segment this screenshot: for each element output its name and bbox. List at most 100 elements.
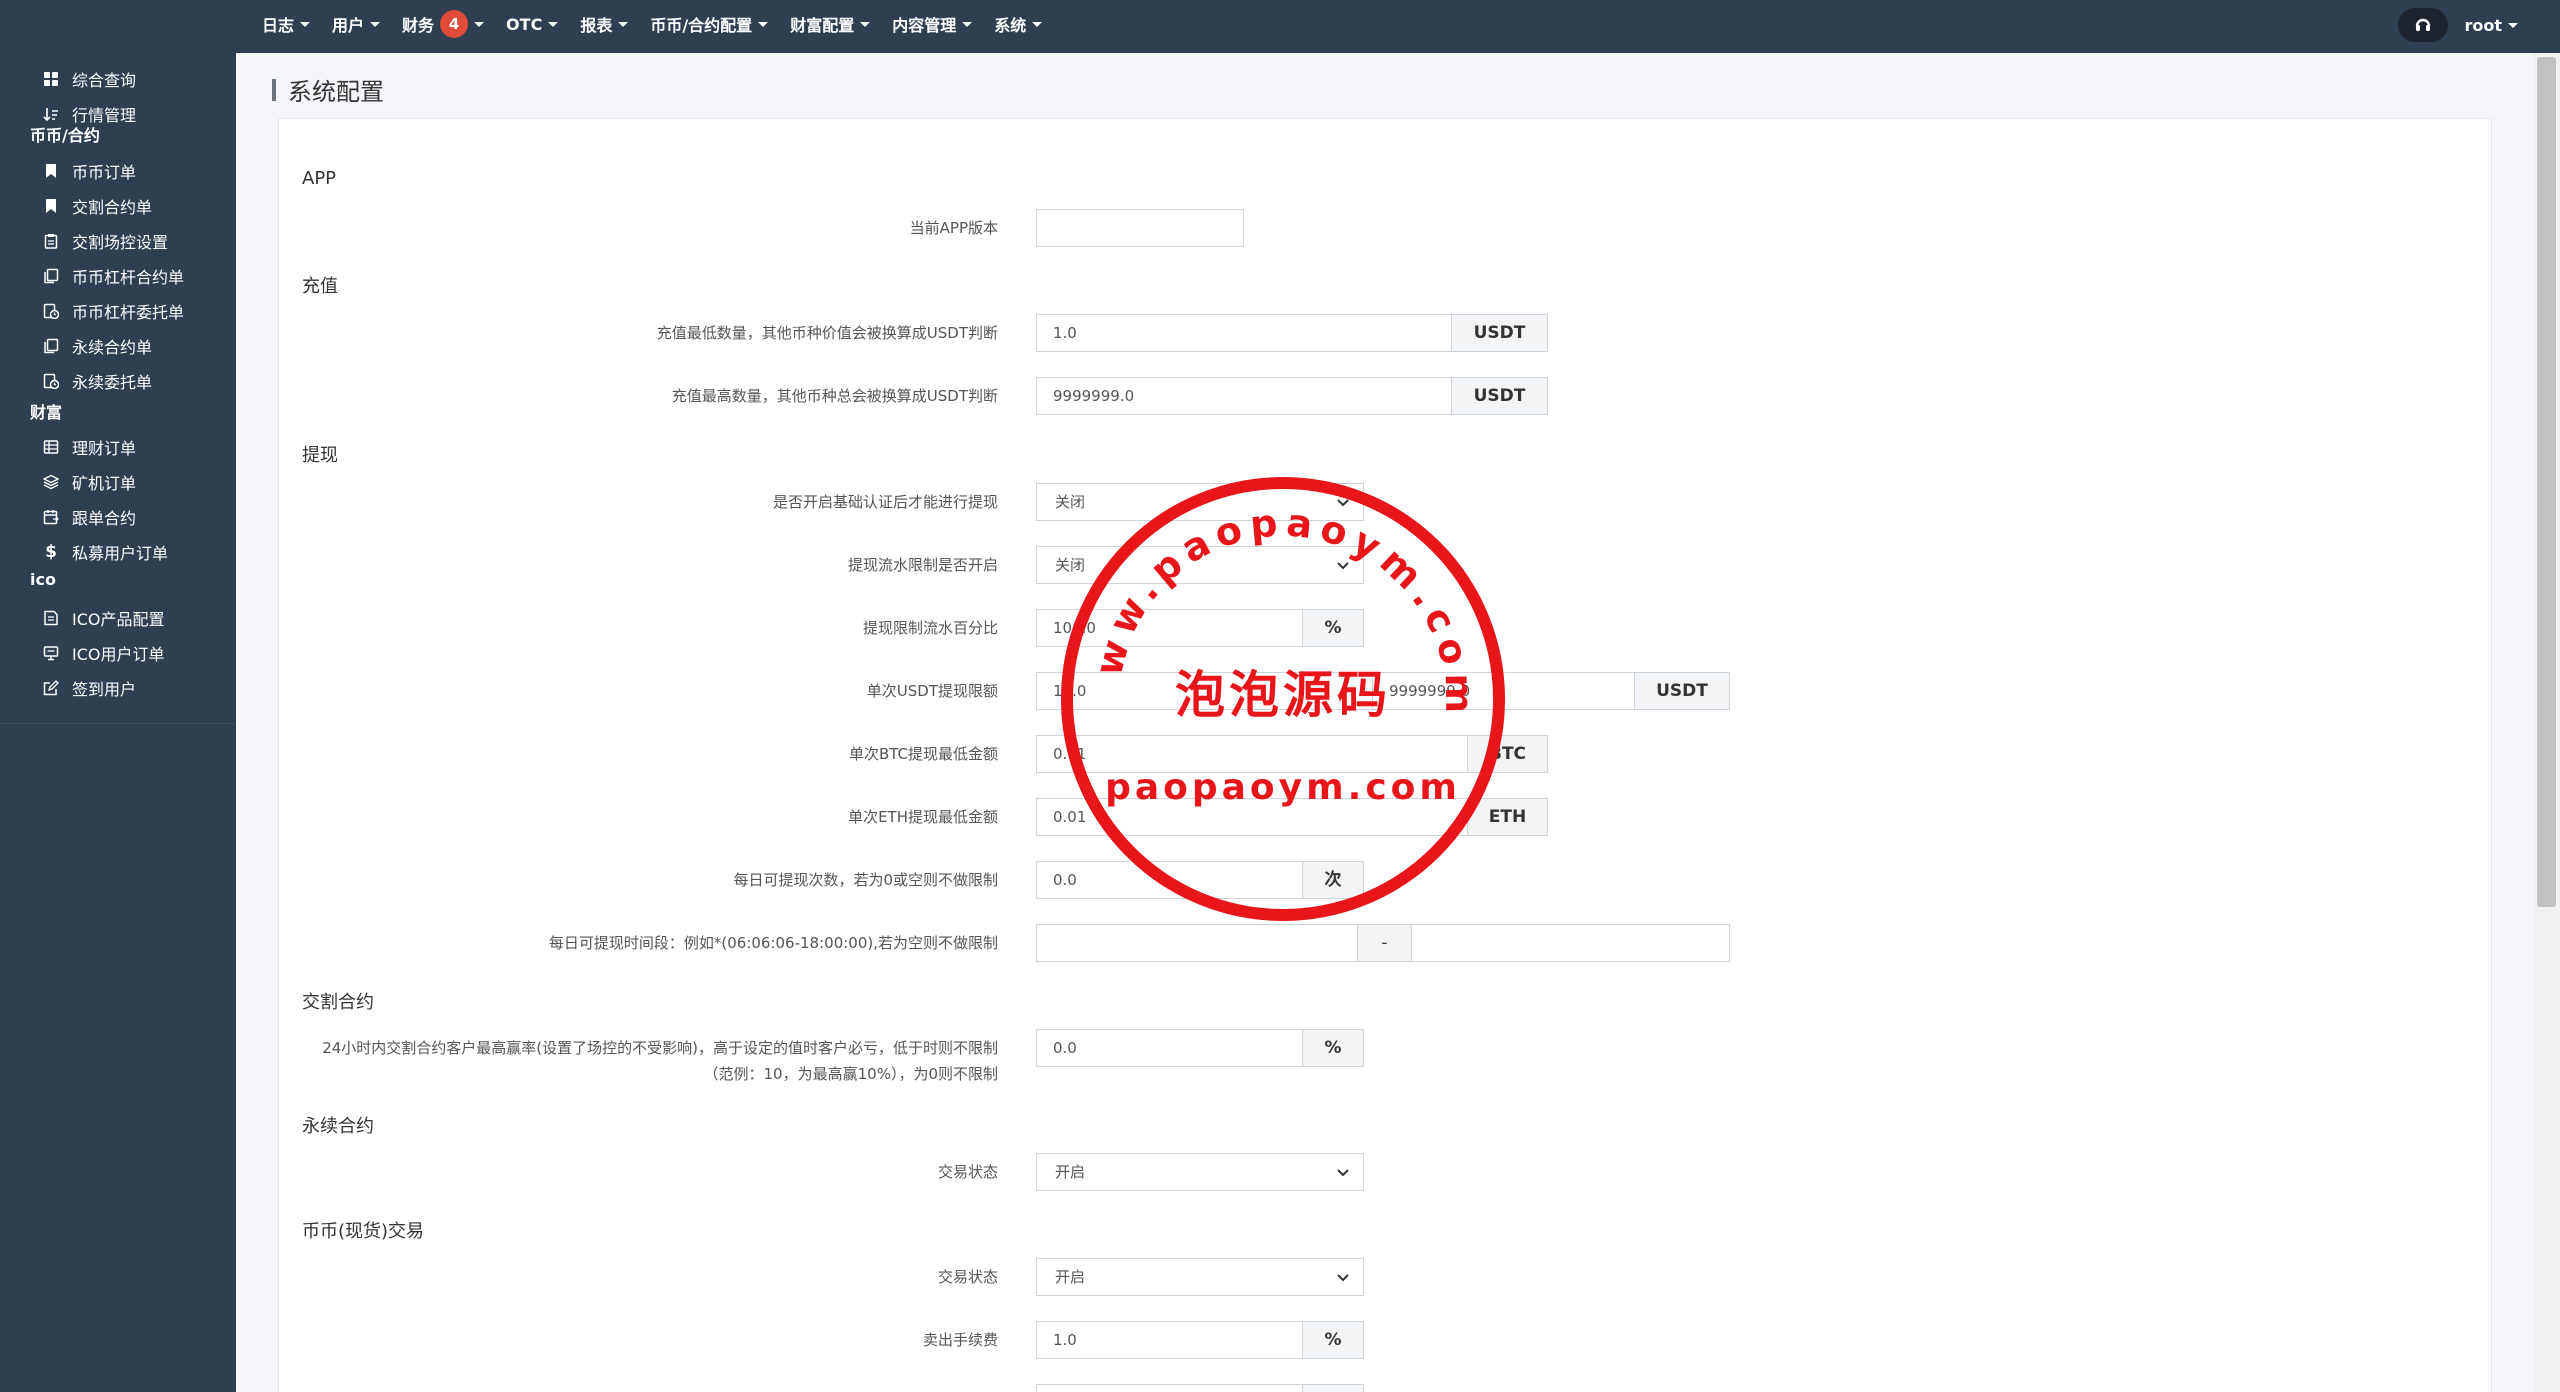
database-icon	[42, 438, 60, 456]
label-withdraw-btc: 单次BTC提现最低金额	[848, 745, 998, 763]
sidebar-item-margin-orders[interactable]: 币币杠杆合约单	[42, 264, 184, 288]
dashboard-icon	[42, 70, 60, 88]
nav-item-system[interactable]: 系统	[994, 12, 1043, 36]
caret-down-icon	[860, 21, 871, 27]
sidebar-item-miner-orders[interactable]: 矿机订单	[42, 470, 136, 494]
sidebar: 综合查询 行情管理 币币/合约 币币订单 交割合约单 交割场控设置 币币杠杆合约…	[0, 53, 236, 1392]
withdraw-eth-unit: ETH	[1467, 798, 1548, 836]
chevron-down-icon	[1337, 1274, 1349, 1282]
spot-status-select[interactable]: 开启	[1036, 1258, 1364, 1296]
nav-item-wealth-config[interactable]: 财富配置	[790, 12, 871, 36]
sidebar-group-ico: ico	[30, 570, 56, 589]
caret-down-icon	[2508, 22, 2518, 28]
chevron-down-icon	[1337, 1169, 1349, 1177]
sidebar-group-wealth: 财富	[30, 403, 63, 422]
section-perpetual: 永续合约	[302, 1116, 374, 1137]
recharge-min-input[interactable]: 1.0	[1036, 314, 1452, 352]
sidebar-item-private-orders[interactable]: $ 私募用户订单	[42, 540, 168, 564]
label-delivery-winrate: 24小时内交割合约客户最高赢率(设置了场控的不受影响)，高于设定的值时客户必亏，…	[322, 1039, 998, 1083]
withdraw-daily-unit: 次	[1302, 861, 1364, 899]
withdraw-eth-input[interactable]: 0.01	[1036, 798, 1468, 836]
nav-item-user[interactable]: 用户	[332, 12, 381, 36]
withdraw-flow-pct-input[interactable]: 100.0	[1036, 609, 1303, 647]
delivery-winrate-unit: %	[1302, 1029, 1364, 1067]
sort-icon	[42, 105, 60, 123]
caret-down-icon	[1032, 21, 1043, 27]
page-header: 系统配置	[272, 72, 384, 107]
withdraw-time-separator: -	[1357, 924, 1412, 962]
section-delivery: 交割合约	[302, 992, 374, 1013]
caret-down-icon	[300, 21, 311, 27]
nav-item-otc[interactable]: OTC	[506, 15, 559, 34]
nav-item-contract-config[interactable]: 币币/合约配置	[650, 12, 769, 36]
sidebar-item-finance-orders[interactable]: 理财订单	[42, 435, 136, 459]
withdraw-btc-input[interactable]: 0.01	[1036, 735, 1468, 773]
section-app: APP	[302, 168, 337, 189]
withdraw-usdt-max-input[interactable]: 9999999.0	[1372, 672, 1635, 710]
title-accent-bar	[272, 78, 276, 101]
chevron-down-icon	[1337, 562, 1349, 570]
copy-icon	[42, 267, 60, 285]
delivery-winrate-input[interactable]: 0.0	[1036, 1029, 1303, 1067]
withdraw-kyc-select[interactable]: 关闭	[1036, 483, 1364, 521]
nav-item-log[interactable]: 日志	[262, 12, 311, 36]
sidebar-item-overview[interactable]: 综合查询	[42, 67, 136, 91]
section-spot: 币币(现货)交易	[302, 1221, 425, 1242]
page-title: 系统配置	[288, 78, 384, 106]
headset-icon[interactable]	[2398, 8, 2449, 42]
label-withdraw-time: 每日可提现时间段：例如*(06:06:06-18:00:00),若为空则不做限制	[548, 934, 998, 952]
caret-down-icon	[548, 21, 559, 27]
scrollbar-thumb[interactable]	[2537, 57, 2556, 907]
caret-down-icon	[474, 21, 485, 27]
next-field-input[interactable]	[1036, 1384, 1303, 1392]
app-version-input[interactable]	[1036, 209, 1244, 247]
top-navbar: 日志 用户 财务 4 OTC 报表 币币/合约配置 财富配置 内容管理 系统 ro…	[0, 0, 2560, 53]
perp-status-select[interactable]: 开启	[1036, 1153, 1364, 1191]
label-recharge-max: 充值最高数量，其他币种总会被换算成USDT判断	[671, 387, 998, 405]
withdraw-flow-select[interactable]: 关闭	[1036, 546, 1364, 584]
sidebar-item-perp-orders[interactable]: 永续合约单	[42, 334, 152, 358]
recharge-max-unit: USDT	[1451, 377, 1548, 415]
sidebar-item-ico-orders[interactable]: ICO用户订单	[42, 641, 165, 665]
nav-item-finance[interactable]: 财务 4	[402, 10, 485, 38]
layers-icon	[42, 473, 60, 491]
label-withdraw-flow: 提现流水限制是否开启	[847, 556, 998, 574]
sidebar-item-copy-contract[interactable]: 跟单合约	[42, 505, 136, 529]
note-icon	[42, 609, 60, 627]
clipboard-icon	[42, 232, 60, 250]
nav-item-report[interactable]: 报表	[580, 12, 629, 36]
label-withdraw-eth: 单次ETH提现最低金额	[848, 808, 998, 826]
label-withdraw-usdt: 单次USDT提现限额	[866, 682, 998, 700]
caret-down-icon	[370, 21, 381, 27]
label-spot-sell-fee: 卖出手续费	[922, 1331, 998, 1349]
dollar-icon: $	[45, 542, 57, 562]
label-withdraw-kyc: 是否开启基础认证后才能进行提现	[772, 493, 998, 511]
sidebar-item-delivery-control[interactable]: 交割场控设置	[42, 229, 168, 253]
file-clock-icon	[42, 302, 60, 320]
sidebar-item-ico-config[interactable]: ICO产品配置	[42, 606, 165, 630]
sidebar-item-margin-entrust[interactable]: 币币杠杆委托单	[42, 299, 184, 323]
withdraw-daily-input[interactable]: 0.0	[1036, 861, 1303, 899]
sidebar-item-spot-orders[interactable]: 币币订单	[42, 159, 136, 183]
caret-down-icon	[758, 21, 769, 27]
recharge-min-unit: USDT	[1451, 314, 1548, 352]
label-perp-status: 交易状态	[937, 1163, 998, 1181]
main-nav: 日志 用户 财务 4 OTC 报表 币币/合约配置 财富配置 内容管理 系统	[262, 0, 1064, 48]
withdraw-time-to-input[interactable]	[1411, 924, 1730, 962]
label-withdraw-daily: 每日可提现次数，若为0或空则不做限制	[733, 871, 998, 889]
withdraw-btc-unit: BTC	[1467, 735, 1548, 773]
sidebar-divider	[0, 723, 236, 724]
withdraw-time-from-input[interactable]	[1036, 924, 1358, 962]
spot-sell-fee-input[interactable]: 1.0	[1036, 1321, 1303, 1359]
sidebar-item-perp-entrust[interactable]: 永续委托单	[42, 369, 152, 393]
nav-item-content[interactable]: 内容管理	[892, 12, 973, 36]
recharge-max-input[interactable]: 9999999.0	[1036, 377, 1452, 415]
sidebar-item-delivery-orders[interactable]: 交割合约单	[42, 194, 152, 218]
sidebar-item-checkin-users[interactable]: 签到用户	[42, 676, 136, 700]
notification-badge: 4	[440, 10, 469, 38]
user-menu[interactable]: root	[2398, 8, 2518, 42]
withdraw-usdt-min-input[interactable]: 10.0	[1036, 672, 1373, 710]
bookmark-icon	[42, 197, 60, 215]
monitor-icon	[42, 644, 60, 662]
label-withdraw-flow-pct: 提现限制流水百分比	[862, 619, 998, 637]
